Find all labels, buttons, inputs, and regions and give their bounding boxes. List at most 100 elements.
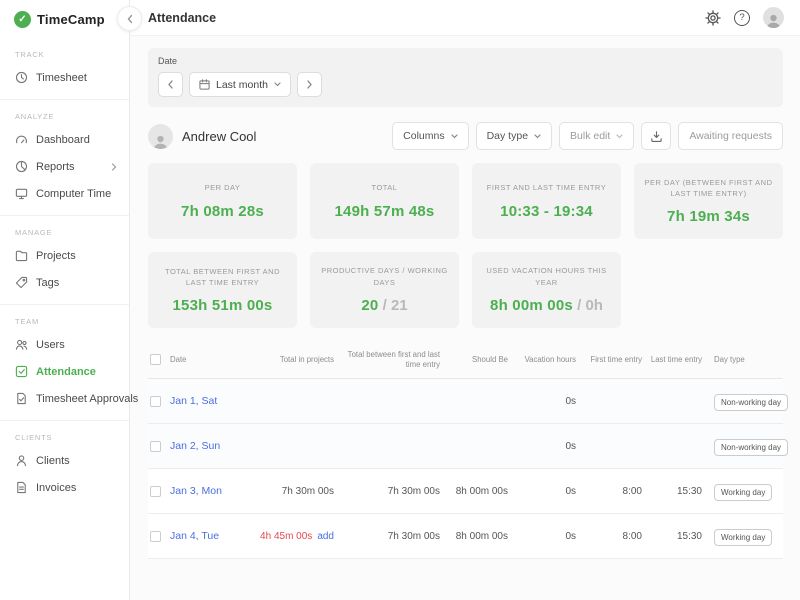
day-type-badge[interactable]: Non-working day [714, 439, 788, 456]
header-first-time-entry: First time entry [578, 355, 644, 365]
chevron-left-icon [126, 14, 134, 24]
day-type-badge[interactable]: Working day [714, 484, 772, 501]
table-row[interactable]: Jan 4, Tue 4h 45m 00s add 7h 30m 00s 8h … [148, 514, 783, 559]
brand-logo[interactable]: ✓ TimeCamp [0, 0, 129, 38]
chevron-down-icon [534, 134, 541, 139]
bulk-edit-dropdown[interactable]: Bulk edit [559, 122, 634, 150]
invoice-icon [15, 481, 28, 494]
sidebar-collapse-button[interactable] [117, 6, 142, 31]
row-date-link[interactable]: Jan 2, Sun [170, 440, 250, 452]
brand-name: TimeCamp [37, 12, 105, 27]
stat-card-per-day-between: PER DAY (BETWEEN FIRST AND LAST TIME ENT… [634, 163, 783, 239]
sidebar-item-projects[interactable]: Projects [0, 242, 129, 269]
stat-value: 10:33 - 19:34 [500, 203, 593, 220]
cell-first-time-entry: 8:00 [578, 531, 644, 542]
stat-secondary-value: 0h [585, 297, 603, 314]
sidebar-section-team: TEAM Users Attendance Timesheet Approval… [0, 305, 129, 421]
cell-vacation-hours: 0s [510, 441, 578, 452]
prev-period-button[interactable] [158, 72, 183, 97]
columns-dropdown-label: Columns [403, 130, 444, 142]
stat-label: PRODUCTIVE DAYS / WORKING DAYS [320, 265, 449, 288]
columns-dropdown[interactable]: Columns [392, 122, 468, 150]
row-checkbox[interactable] [150, 396, 161, 407]
stat-secondary-value: 21 [391, 297, 408, 314]
check-square-icon [15, 365, 28, 378]
cell-day-type: Non-working day [704, 437, 788, 456]
monitor-icon [15, 187, 28, 200]
chevron-down-icon [616, 134, 623, 139]
sidebar-item-attendance[interactable]: Attendance [0, 358, 129, 385]
awaiting-requests-button[interactable]: Awaiting requests [678, 122, 783, 150]
calendar-icon [199, 79, 210, 90]
cell-total-between: 7h 30m 00s [336, 531, 442, 542]
row-checkbox[interactable] [150, 531, 161, 542]
sidebar-item-label: Users [36, 339, 65, 351]
table-row[interactable]: Jan 3, Mon 7h 30m 00s 7h 30m 00s 8h 00m … [148, 469, 783, 514]
sidebar-section-label: TEAM [0, 315, 129, 331]
chevron-left-icon [167, 80, 174, 89]
stat-value: 7h 19m 34s [667, 208, 750, 225]
person-icon [15, 454, 28, 467]
gear-icon[interactable] [705, 10, 721, 26]
download-icon [650, 130, 663, 143]
sidebar-item-tags[interactable]: Tags [0, 269, 129, 296]
cell-vacation-hours: 0s [510, 396, 578, 407]
gauge-icon [15, 133, 28, 146]
row-checkbox[interactable] [150, 486, 161, 497]
sidebar-item-clients[interactable]: Clients [0, 447, 129, 474]
day-type-badge[interactable]: Non-working day [714, 394, 788, 411]
page-title: Attendance [148, 11, 216, 25]
stat-value-composite: 8h 00m 00s / 0h [490, 297, 603, 315]
row-date-link[interactable]: Jan 1, Sat [170, 395, 250, 407]
sidebar-item-reports[interactable]: Reports [0, 153, 129, 180]
document-check-icon [15, 392, 28, 405]
sidebar-item-label: Clients [36, 455, 70, 467]
sidebar-item-label: Timesheet [36, 72, 87, 84]
day-type-badge[interactable]: Working day [714, 529, 772, 546]
stat-label: FIRST AND LAST TIME ENTRY [487, 182, 606, 193]
export-button[interactable] [641, 122, 671, 150]
stat-separator: / [378, 297, 391, 314]
sidebar-section-analyze: ANALYZE Dashboard Reports Computer Time [0, 100, 129, 216]
date-range-dropdown[interactable]: Last month [189, 72, 291, 97]
add-entry-link[interactable]: add [317, 531, 334, 542]
header-day-type: Day type [704, 355, 783, 365]
row-date-link[interactable]: Jan 4, Tue [170, 530, 250, 542]
help-icon[interactable]: ? [734, 10, 750, 26]
undertime-value: 4h 45m 00s [260, 531, 312, 542]
sidebar-item-timesheet-approvals[interactable]: Timesheet Approvals [0, 385, 129, 412]
stat-value: 8h 00m 00s [490, 297, 573, 314]
stat-card-productive-days: PRODUCTIVE DAYS / WORKING DAYS 20 / 21 [310, 252, 459, 328]
clock-icon [15, 71, 28, 84]
row-checkbox[interactable] [150, 441, 161, 452]
sidebar-section-label: CLIENTS [0, 431, 129, 447]
sidebar-item-dashboard[interactable]: Dashboard [0, 126, 129, 153]
stat-label: PER DAY (BETWEEN FIRST AND LAST TIME ENT… [644, 177, 773, 200]
sidebar-item-label: Computer Time [36, 188, 111, 200]
top-actions: ? [705, 7, 784, 28]
table-header-row: Date Total in projects Total between fir… [148, 342, 783, 379]
cell-day-type: Working day [704, 527, 783, 546]
cell-day-type: Non-working day [704, 392, 788, 411]
row-date-link[interactable]: Jan 3, Mon [170, 485, 250, 497]
sidebar-item-timesheet[interactable]: Timesheet [0, 64, 129, 91]
next-period-button[interactable] [297, 72, 322, 97]
stat-value: 20 [361, 297, 378, 314]
header-total-between: Total between first and last time entry [336, 350, 442, 369]
stats-row-1: PER DAY 7h 08m 28s TOTAL 149h 57m 48s FI… [148, 163, 783, 239]
cell-vacation-hours: 0s [510, 531, 578, 542]
day-type-dropdown[interactable]: Day type [476, 122, 552, 150]
table-toolbar: Columns Day type Bulk edit [392, 122, 783, 150]
sidebar-item-users[interactable]: Users [0, 331, 129, 358]
date-filter-label: Date [158, 56, 773, 66]
table-row[interactable]: Jan 1, Sat 0s Non-working day [148, 379, 783, 424]
table-row[interactable]: Jan 2, Sun 0s Non-working day [148, 424, 783, 469]
content: Date Last month Andrew Cool C [130, 36, 800, 559]
user-avatar[interactable] [763, 7, 784, 28]
sidebar-section-label: ANALYZE [0, 110, 129, 126]
sidebar-item-invoices[interactable]: Invoices [0, 474, 129, 501]
select-all-checkbox[interactable] [150, 354, 161, 365]
sidebar-section-clients: CLIENTS Clients Invoices [0, 421, 129, 509]
sidebar-item-label: Tags [36, 277, 59, 289]
sidebar-item-computer-time[interactable]: Computer Time [0, 180, 129, 207]
